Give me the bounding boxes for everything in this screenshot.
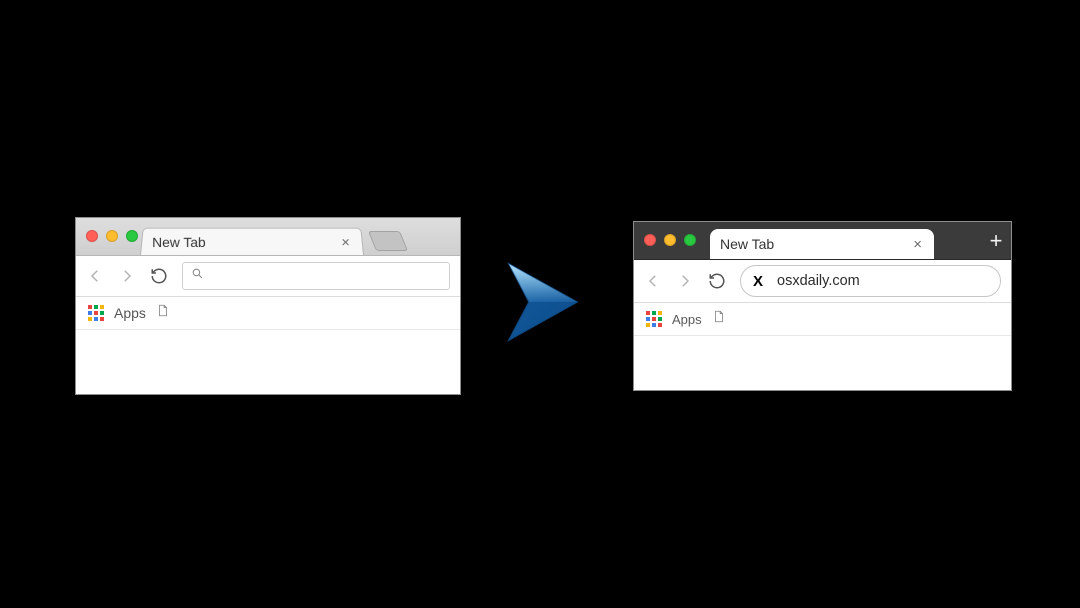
- search-icon: [191, 267, 204, 285]
- tab-strip: New Tab ×: [76, 218, 460, 256]
- toolbar: [76, 256, 460, 297]
- tab-strip: New Tab × +: [634, 222, 1011, 260]
- minimize-window-button[interactable]: [664, 234, 676, 246]
- close-window-button[interactable]: [644, 234, 656, 246]
- address-bar[interactable]: X osxdaily.com: [740, 265, 1001, 297]
- close-tab-icon[interactable]: ×: [339, 234, 352, 249]
- toolbar: X osxdaily.com: [634, 260, 1011, 303]
- close-tab-icon[interactable]: ×: [911, 237, 924, 252]
- back-button[interactable]: [86, 267, 104, 285]
- reload-button[interactable]: [150, 267, 168, 285]
- tab-title: New Tab: [152, 234, 339, 250]
- plus-icon: +: [990, 228, 1003, 254]
- address-bar-text: osxdaily.com: [777, 273, 860, 289]
- window-controls: [644, 234, 696, 246]
- forward-button[interactable]: [118, 267, 136, 285]
- back-button[interactable]: [644, 272, 662, 290]
- tab-title: New Tab: [720, 236, 911, 252]
- apps-label[interactable]: Apps: [672, 312, 702, 327]
- browser-window-light: New Tab × A: [75, 217, 461, 395]
- minimize-window-button[interactable]: [106, 230, 118, 242]
- address-bar[interactable]: [182, 262, 450, 290]
- transition-arrow-icon: [505, 258, 583, 346]
- browser-window-dark: New Tab × + X osxdaily.com Ap: [633, 221, 1012, 391]
- reload-button[interactable]: [708, 272, 726, 290]
- apps-icon[interactable]: [88, 305, 104, 321]
- window-controls: [86, 230, 138, 242]
- bookmarks-bar: Apps: [634, 303, 1011, 336]
- zoom-window-button[interactable]: [684, 234, 696, 246]
- apps-label[interactable]: Apps: [114, 305, 146, 321]
- forward-button[interactable]: [676, 272, 694, 290]
- tab-new-tab[interactable]: New Tab ×: [140, 228, 364, 255]
- site-favicon: X: [753, 273, 763, 290]
- zoom-window-button[interactable]: [126, 230, 138, 242]
- new-tab-button[interactable]: +: [981, 222, 1011, 259]
- bookmark-page-icon[interactable]: [156, 302, 170, 324]
- tab-new-tab[interactable]: New Tab ×: [710, 229, 934, 259]
- close-window-button[interactable]: [86, 230, 98, 242]
- bookmark-page-icon[interactable]: [712, 308, 726, 330]
- bookmarks-bar: Apps: [76, 297, 460, 330]
- new-tab-button[interactable]: [368, 231, 408, 251]
- apps-icon[interactable]: [646, 311, 662, 327]
